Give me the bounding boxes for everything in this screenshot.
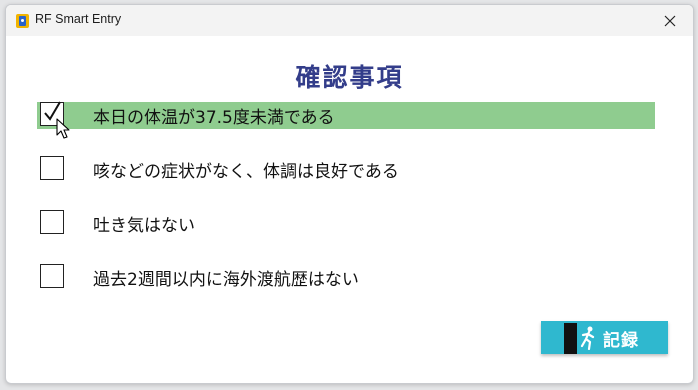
- checkbox-symptoms[interactable]: [40, 156, 64, 180]
- checklist-label-temperature: 本日の体温が37.5度未満である: [93, 108, 335, 128]
- checklist-item-symptoms[interactable]: 咳などの症状がなく、体調は良好である: [37, 155, 657, 184]
- checkbox-travel[interactable]: [40, 264, 64, 288]
- checklist-item-nausea[interactable]: 吐き気はない: [37, 209, 657, 238]
- record-button-label: 記録: [603, 331, 639, 351]
- exit-runner-icon: [580, 326, 595, 350]
- checklist-item-travel[interactable]: 過去2週間以内に海外渡航歴はない: [37, 263, 657, 292]
- checklist-item-temperature[interactable]: 本日の体温が37.5度未満である: [37, 101, 657, 130]
- door-icon: [564, 323, 577, 354]
- app-window: RF Smart Entry 確認事項 本日の体温が37.5度未満である 咳など…: [5, 4, 694, 384]
- app-icon: [16, 14, 29, 28]
- checkmark-icon: [44, 101, 61, 121]
- close-icon: [664, 15, 676, 26]
- checkbox-temperature[interactable]: [40, 101, 64, 126]
- close-button[interactable]: [647, 5, 693, 36]
- checklist-label-nausea: 吐き気はない: [93, 216, 195, 236]
- checklist-label-symptoms: 咳などの症状がなく、体調は良好である: [93, 162, 399, 182]
- window-title: RF Smart Entry: [35, 12, 122, 26]
- checkbox-nausea[interactable]: [40, 210, 64, 234]
- title-bar[interactable]: RF Smart Entry: [6, 5, 693, 36]
- checklist-label-travel: 過去2週間以内に海外渡航歴はない: [93, 270, 359, 290]
- record-button[interactable]: 記録: [541, 321, 668, 354]
- page-title: 確認事項: [295, 63, 404, 92]
